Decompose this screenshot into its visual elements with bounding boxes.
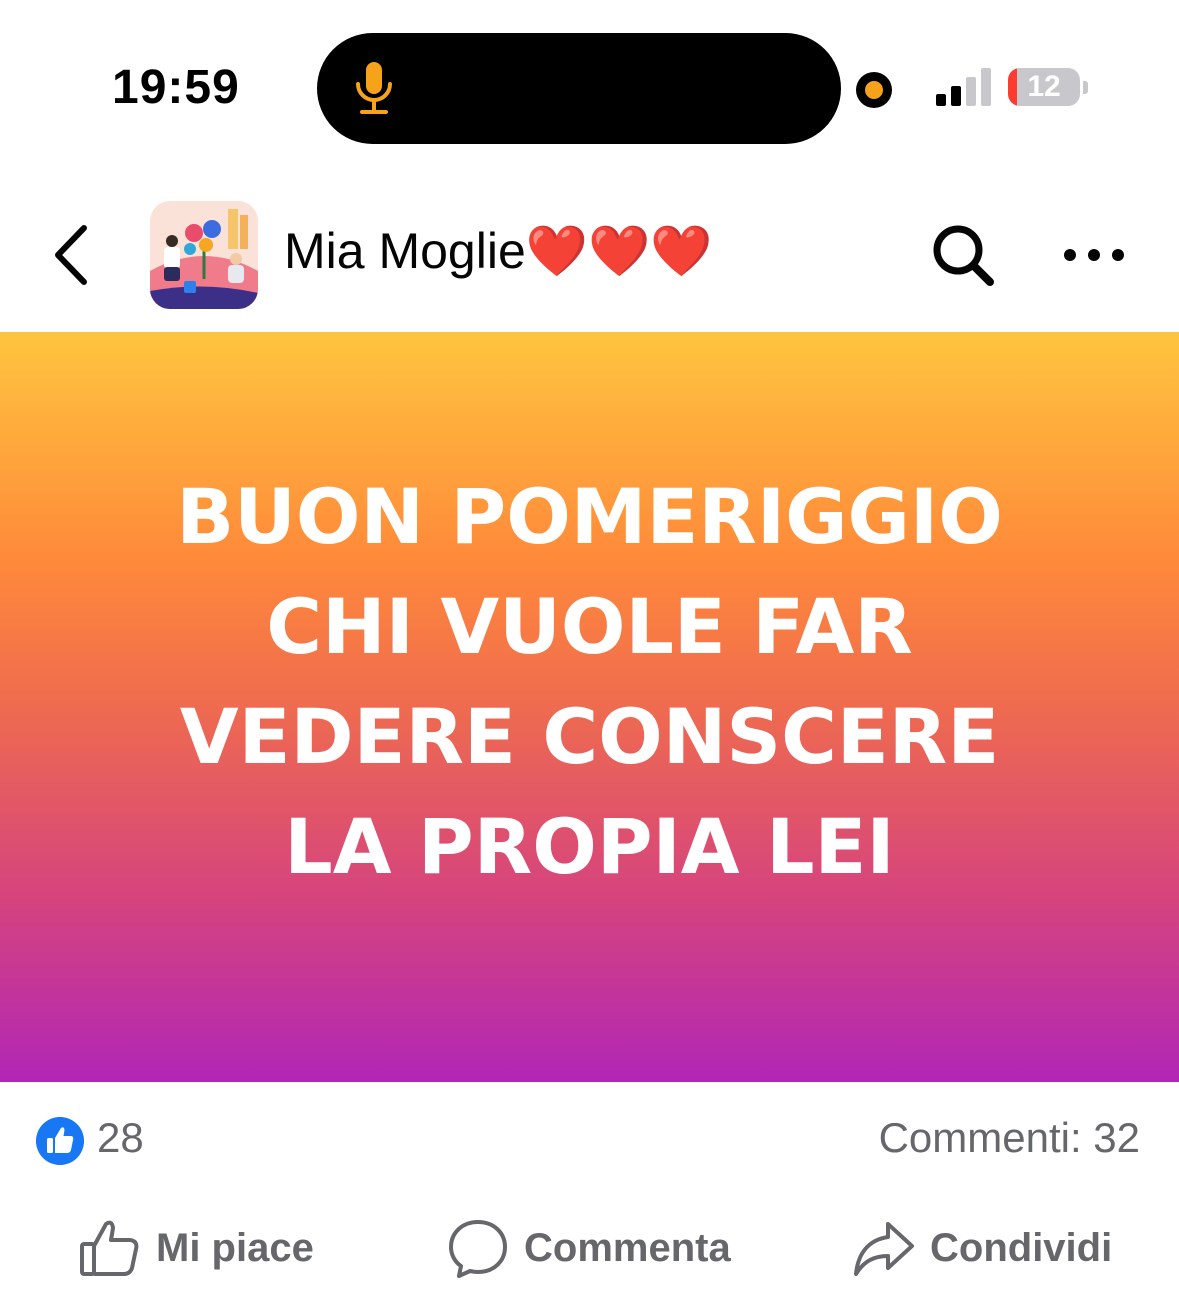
group-title[interactable]: Mia Moglie❤️❤️❤️ [284, 222, 713, 281]
post-background-card[interactable]: BUON POMERIGGIO CHI VUOLE FAR VEDERE CON… [0, 332, 1179, 1082]
battery-level: 12 [1027, 70, 1061, 103]
like-label: Mi piace [156, 1225, 314, 1270]
share-arrow-icon [854, 1222, 914, 1276]
status-bar: 19:59 12 [0, 0, 1179, 170]
more-icon[interactable] [1058, 230, 1130, 280]
like-reaction-icon[interactable] [36, 1117, 84, 1165]
group-avatar[interactable] [150, 201, 258, 309]
like-button[interactable]: Mi piace [78, 1208, 314, 1288]
battery-icon: 12 [1008, 68, 1090, 108]
post-text: BUON POMERIGGIO CHI VUOLE FAR VEDERE CON… [60, 462, 1119, 902]
battery-cap [1083, 81, 1088, 94]
post-line: CHI VUOLE FAR [266, 582, 913, 671]
share-button[interactable]: Condividi [852, 1208, 1112, 1288]
comment-button[interactable]: Commenta [446, 1208, 731, 1288]
comment-label: Commenta [524, 1225, 731, 1270]
post-line: VEDERE CONSCERE [179, 692, 1000, 781]
thumbs-up-icon [80, 1220, 139, 1276]
post-line: LA PROPIA LEI [284, 802, 895, 891]
comment-count[interactable]: Commenti: 32 [879, 1114, 1140, 1162]
reactions-summary: 28 Commenti: 32 [0, 1110, 1179, 1170]
microphone-icon [356, 62, 392, 114]
back-chevron-icon[interactable] [40, 220, 100, 290]
status-time: 19:59 [112, 61, 240, 114]
search-icon[interactable] [928, 220, 998, 290]
share-label: Condividi [930, 1225, 1113, 1270]
recording-indicator [856, 72, 892, 108]
signal-icon [936, 68, 991, 106]
group-header: Mia Moglie❤️❤️❤️ [0, 190, 1179, 320]
post-line: BUON POMERIGGIO [176, 472, 1003, 561]
comment-bubble-icon [449, 1220, 507, 1278]
post-actions-bar: Mi piace Commenta Condividi [0, 1208, 1179, 1288]
like-count[interactable]: 28 [97, 1114, 144, 1162]
battery-body: 12 [1008, 68, 1080, 106]
